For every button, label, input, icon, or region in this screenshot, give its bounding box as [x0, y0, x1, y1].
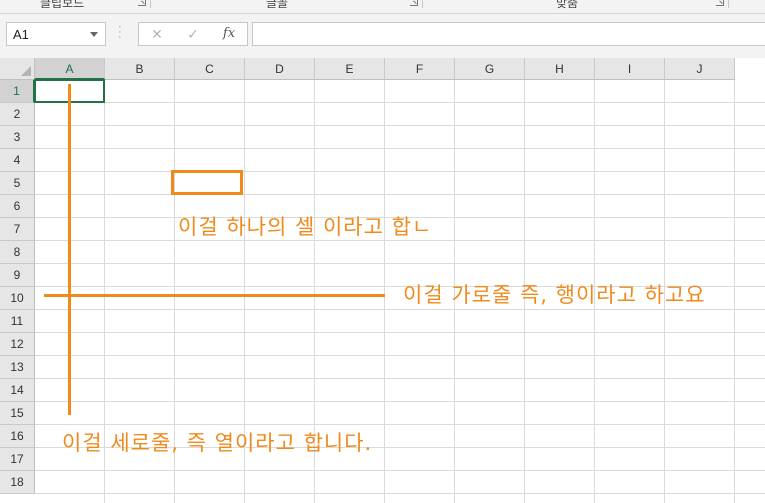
column-header-a[interactable]: A — [35, 58, 105, 80]
row-header-12[interactable]: 12 — [0, 333, 35, 356]
column-header-h[interactable]: H — [525, 58, 595, 80]
row-header-5[interactable]: 5 — [0, 172, 35, 195]
name-box-value: A1 — [13, 27, 29, 42]
column-annotation-line — [68, 84, 71, 415]
alignment-dialog-launcher-icon[interactable] — [716, 0, 724, 6]
insert-function-button[interactable]: fx — [217, 25, 241, 43]
row-header-10[interactable]: 10 — [0, 287, 35, 310]
row-header-18[interactable]: 18 — [0, 471, 35, 494]
column-header-i[interactable]: I — [595, 58, 665, 80]
row-header-15[interactable]: 15 — [0, 402, 35, 425]
ribbon-group-clipboard-label: 클립보드 — [40, 0, 85, 10]
row-header-2[interactable]: 2 — [0, 103, 35, 126]
row-annotation-text: 이걸 가로줄 즉, 행이라고 하고요 — [403, 283, 706, 307]
row-header-8[interactable]: 8 — [0, 241, 35, 264]
column-header-c[interactable]: C — [175, 58, 245, 80]
row-header-4[interactable]: 4 — [0, 149, 35, 172]
column-header-e[interactable]: E — [315, 58, 385, 80]
formula-bar: A1 · · · ✕ ✓ fx — [0, 14, 765, 58]
ribbon-group-font-label: 글꼴 — [266, 0, 289, 10]
clipboard-dialog-launcher-icon[interactable] — [138, 0, 146, 6]
row-header-7[interactable]: 7 — [0, 218, 35, 241]
row-annotation-line — [44, 294, 385, 297]
row-header-13[interactable]: 13 — [0, 356, 35, 379]
column-header-b[interactable]: B — [105, 58, 175, 80]
chevron-down-icon[interactable] — [90, 32, 98, 37]
row-header-6[interactable]: 6 — [0, 195, 35, 218]
column-header-g[interactable]: G — [455, 58, 525, 80]
formula-bar-grip-icon[interactable]: · · · — [118, 22, 122, 43]
row-header-9[interactable]: 9 — [0, 264, 35, 287]
ribbon-separator — [150, 0, 151, 8]
formula-buttons: ✕ ✓ fx — [138, 22, 248, 46]
name-box[interactable]: A1 — [6, 22, 106, 46]
ribbon-group-alignment-label: 맞춤 — [556, 0, 579, 10]
select-all-triangle-icon — [21, 66, 31, 76]
cell-annotation-text: 이걸 하나의 셀 이라고 합ㄴ — [178, 215, 433, 239]
select-all-button[interactable] — [0, 58, 35, 80]
column-header-j[interactable]: J — [665, 58, 735, 80]
row-header-16[interactable]: 16 — [0, 425, 35, 448]
ribbon-separator — [422, 0, 423, 8]
column-annotation-text: 이걸 세로줄, 즉 열이라고 합니다. — [62, 431, 373, 455]
row-header-1[interactable]: 1 — [0, 80, 35, 103]
formula-input[interactable] — [252, 22, 765, 46]
row-header-17[interactable]: 17 — [0, 448, 35, 471]
row-headers: 1 2 3 4 5 6 7 8 9 10 11 12 13 14 15 16 17 18 — [0, 80, 35, 503]
column-header-d[interactable]: D — [245, 58, 315, 80]
column-header-f[interactable]: F — [385, 58, 455, 80]
cancel-icon[interactable]: ✕ — [145, 25, 169, 43]
enter-check-icon[interactable]: ✓ — [181, 25, 205, 43]
ribbon-group-footer: 클립보드 글꼴 맞춤 — [0, 0, 765, 14]
row-header-3[interactable]: 3 — [0, 126, 35, 149]
ribbon-separator — [728, 0, 729, 8]
font-dialog-launcher-icon[interactable] — [410, 0, 418, 6]
row-header-14[interactable]: 14 — [0, 379, 35, 402]
cell-annotation-box — [171, 170, 243, 195]
column-headers: ABCDEFGHIJ — [35, 58, 765, 80]
row-header-11[interactable]: 11 — [0, 310, 35, 333]
